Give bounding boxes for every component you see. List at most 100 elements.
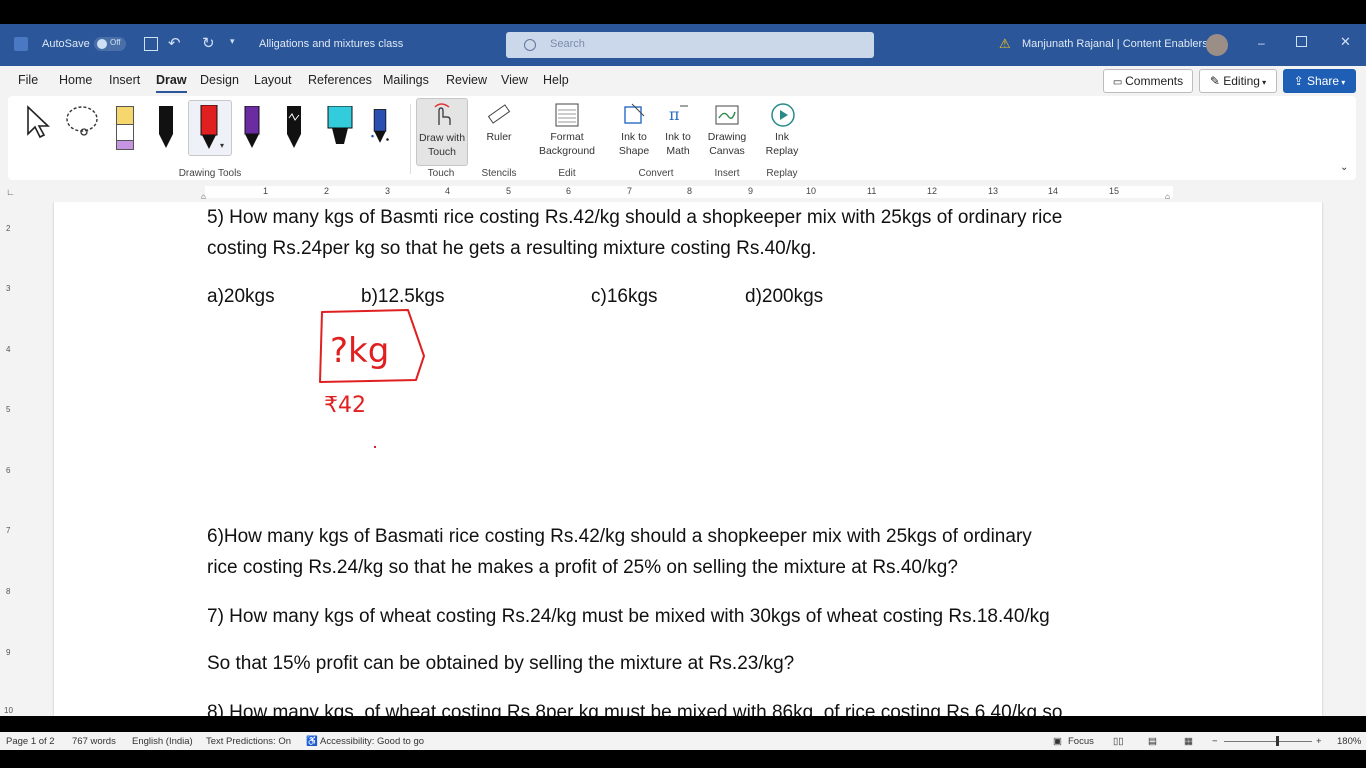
- vruler-tick: 10: [4, 706, 13, 715]
- ruler-tick: 8: [687, 186, 693, 196]
- autosave-toggle[interactable]: Off: [94, 37, 126, 51]
- vruler-tick: 8: [6, 587, 11, 596]
- tab-insert[interactable]: Insert: [109, 73, 140, 87]
- pencil-icon: ✎: [1209, 74, 1224, 88]
- pen-blue-galaxy[interactable]: [370, 106, 390, 148]
- ruler-button[interactable]: Ruler: [476, 98, 522, 164]
- minimize-icon[interactable]: –: [1258, 36, 1265, 50]
- read-mode-icon[interactable]: ▯▯: [1113, 736, 1123, 747]
- tab-layout[interactable]: Layout: [254, 73, 292, 87]
- select-objects-icon[interactable]: [24, 104, 52, 140]
- format-background-button[interactable]: Format Background: [532, 98, 602, 164]
- share-button[interactable]: ⇪ Share ▾: [1283, 69, 1356, 93]
- tab-file[interactable]: File: [18, 73, 38, 87]
- title-bar: AutoSave Off ↶ ↻ ▾ Alligations and mixtu…: [0, 24, 1366, 66]
- warning-icon[interactable]: ⚠: [999, 36, 1011, 52]
- share-chevron-icon: ▾: [1339, 78, 1346, 87]
- chevron-down-icon: ▾: [1259, 78, 1267, 87]
- tab-selector-icon[interactable]: ∟: [6, 187, 15, 197]
- ruler-tick: 4: [445, 186, 451, 196]
- close-icon[interactable]: ✕: [1340, 34, 1351, 50]
- avatar[interactable]: [1206, 34, 1228, 56]
- option-c: c)16kgs: [591, 286, 658, 307]
- document-title[interactable]: Alligations and mixtures class: [259, 38, 403, 50]
- drawing-canvas-button[interactable]: Drawing Canvas: [704, 98, 750, 164]
- save-icon[interactable]: [144, 37, 158, 51]
- question-5-line-1: 5) How many kgs of Basmti rice costing R…: [207, 207, 1063, 228]
- lasso-select-icon[interactable]: [64, 104, 102, 140]
- autosave-label: AutoSave: [42, 38, 90, 50]
- ink-to-shape-button[interactable]: Ink to Shape: [614, 98, 654, 164]
- collapse-ribbon-icon[interactable]: ⌄: [1340, 162, 1348, 173]
- accessibility-status[interactable]: Accessibility: Good to go: [320, 736, 424, 747]
- option-d: d)200kgs: [745, 286, 824, 307]
- user-name[interactable]: Manjunath Rajanal | Content Enablers: [1022, 38, 1208, 50]
- zoom-in-icon[interactable]: +: [1316, 736, 1322, 747]
- tab-home[interactable]: Home: [59, 73, 92, 87]
- vruler-tick: 2: [6, 224, 11, 233]
- left-indent-marker[interactable]: ⌂: [201, 192, 206, 201]
- ruler-tick: 10: [806, 186, 817, 196]
- maximize-icon[interactable]: [1296, 36, 1307, 47]
- zoom-slider-thumb[interactable]: [1276, 736, 1279, 746]
- touch-hand-icon: [434, 103, 451, 125]
- ink-to-math-button[interactable]: π Ink to Math: [658, 98, 698, 164]
- vertical-ruler[interactable]: 2 3 4 5 6 7 8 9 10: [0, 202, 18, 716]
- horizontal-ruler[interactable]: ∟ 1 2 3 4 5 6 7 8 9 10 11 12 13 14 15 ⌂ …: [0, 184, 1366, 202]
- comment-icon: ▭: [1112, 77, 1126, 88]
- pen-black[interactable]: [156, 106, 176, 148]
- tab-review[interactable]: Review: [446, 73, 487, 87]
- menu-bar: File Home Insert Draw Design Layout Refe…: [0, 66, 1366, 94]
- ruler-tick: 2: [324, 186, 330, 196]
- highlighter-cyan[interactable]: [326, 106, 354, 148]
- pen-red-selected[interactable]: ▾: [188, 100, 232, 156]
- tab-design[interactable]: Design: [200, 73, 239, 87]
- customize-toolbar-icon[interactable]: ▾: [230, 36, 235, 47]
- page-count[interactable]: Page 1 of 2: [6, 736, 55, 747]
- ruler-tick: 1: [263, 186, 269, 196]
- language-status[interactable]: English (India): [132, 736, 193, 747]
- question-5-line-2: costing Rs.24per kg so that he gets a re…: [207, 238, 817, 259]
- document-page[interactable]: 5) How many kgs of Basmti rice costing R…: [54, 202, 1322, 716]
- focus-label[interactable]: Focus: [1068, 736, 1094, 747]
- tab-mailings[interactable]: Mailings: [383, 73, 429, 87]
- text-predictions-status[interactable]: Text Predictions: On: [206, 736, 291, 747]
- zoom-level[interactable]: 180%: [1337, 736, 1361, 747]
- word-count[interactable]: 767 words: [72, 736, 116, 747]
- question-7-line-1: 7) How many kgs of wheat costing Rs.24/k…: [207, 606, 1050, 627]
- accessibility-icon[interactable]: ♿: [306, 736, 318, 747]
- web-layout-icon[interactable]: ▦: [1184, 736, 1193, 747]
- zoom-out-icon[interactable]: −: [1212, 736, 1218, 747]
- zoom-slider[interactable]: [1224, 736, 1312, 746]
- ink-to-math-icon: π: [669, 105, 688, 124]
- ruler-tick: 11: [867, 186, 877, 196]
- comments-button[interactable]: ▭ Comments: [1103, 69, 1193, 93]
- document-canvas: 5) How many kgs of Basmti rice costing R…: [18, 202, 1366, 716]
- print-layout-icon[interactable]: ▤: [1148, 736, 1157, 747]
- pen-purple[interactable]: [242, 106, 262, 148]
- vruler-tick: 9: [6, 648, 11, 657]
- redo-icon[interactable]: ↻: [202, 34, 215, 52]
- group-label-convert: Convert: [638, 168, 674, 179]
- ruler-label: Ruler: [486, 131, 512, 143]
- ink-annotation[interactable]: ?kg ₹42: [316, 306, 436, 418]
- pen-black-textured[interactable]: [284, 106, 304, 148]
- highlighter-yellow[interactable]: [114, 106, 134, 150]
- editing-mode-button[interactable]: ✎ Editing ▾: [1199, 69, 1277, 93]
- group-label-stencils: Stencils: [481, 168, 517, 179]
- pen-options-chevron-icon[interactable]: ▾: [220, 141, 224, 150]
- undo-icon[interactable]: ↶: [168, 34, 181, 52]
- vruler-tick: 3: [6, 284, 11, 293]
- tab-help[interactable]: Help: [543, 73, 569, 87]
- tab-references[interactable]: References: [308, 73, 372, 87]
- autosave-toggle-state: Off: [110, 38, 121, 47]
- tab-view[interactable]: View: [501, 73, 528, 87]
- ink-replay-button[interactable]: Ink Replay: [760, 98, 804, 164]
- ruler-tick: 9: [748, 186, 754, 196]
- focus-icon[interactable]: ▣: [1053, 736, 1062, 747]
- format-background-icon: [555, 103, 579, 127]
- search-box[interactable]: Search: [506, 32, 874, 58]
- right-indent-marker[interactable]: ⌂: [1165, 192, 1170, 201]
- tab-draw[interactable]: Draw: [156, 73, 187, 93]
- draw-with-touch-button[interactable]: Draw with Touch: [416, 98, 468, 166]
